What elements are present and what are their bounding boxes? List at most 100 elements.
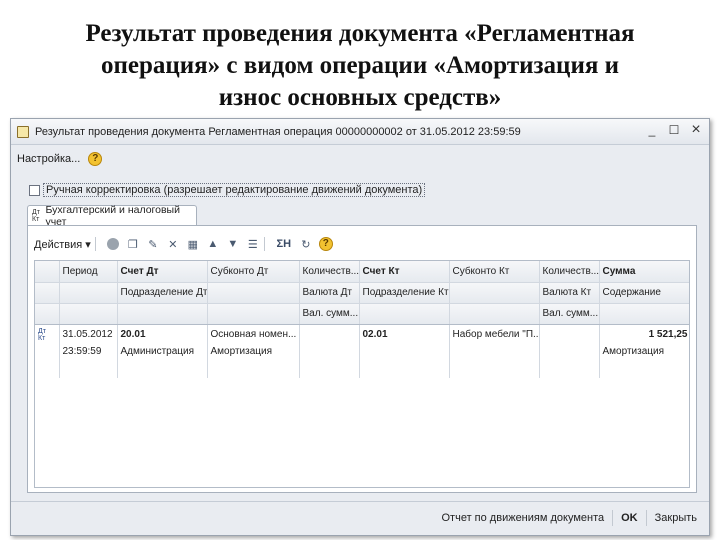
slide-title: Результат проведения документа «Регламен… [10,18,710,114]
table-header-row: Подразделение Дт Валюта Дт Подразделение… [35,282,689,304]
col-currency-kt[interactable]: Валюта Кт [539,282,600,304]
slide-title-line-2: операция» с видом операции «Амортизация … [100,52,620,79]
cell-acc-dt[interactable]: 20.01 [117,324,208,342]
cell-acc-kt[interactable]: 02.01 [359,324,450,342]
cell-empty [35,342,60,360]
help-icon[interactable]: ? [88,152,103,166]
col-cur-sum-dt[interactable]: Вал. сумм... [299,303,360,325]
document-result-window: Результат проведения документа Регламент… [10,118,710,536]
tab-panel: Действия ▾ ❐ ✎ ✕ ▦ ▲ ▼ ☰ ΣH ↻ ? Период С… [27,225,697,493]
header-cell [35,303,60,325]
cell-empty [117,360,208,378]
header-cell [59,303,118,325]
col-qty-kt[interactable]: Количеств... [539,261,600,283]
move-up-icon[interactable]: ▲ [206,237,220,251]
col-amount[interactable]: Сумма [599,261,689,283]
cell-empty [449,342,540,360]
manual-edit-checkbox[interactable] [29,184,40,196]
col-subconto-kt[interactable]: Субконто Кт [449,261,540,283]
menu-bar: Настройка... ? [11,147,709,171]
cell-empty [359,360,450,378]
cell-empty [299,360,360,378]
col-dept-dt[interactable]: Подразделение Дт [117,282,208,304]
cell-content[interactable]: Амортизация [599,342,689,360]
table-header-row: Вал. сумм... Вал. сумм... [35,303,689,325]
col-icon [35,261,60,283]
delete-icon[interactable]: ✕ [166,237,180,251]
bottom-bar: Отчет по движениям документа OK Закрыть [11,501,709,535]
header-cell [359,303,450,325]
edit-icon[interactable]: ✎ [146,237,160,251]
separator [612,510,614,526]
actions-menu[interactable]: Действия ▾ [34,238,91,251]
table-row[interactable] [35,360,689,378]
cell-empty [59,360,118,378]
cell-currency-kt[interactable] [539,342,600,360]
window-controls: _ ☐ × [645,122,703,138]
header-cell [449,282,540,304]
ok-button[interactable]: OK [617,510,642,526]
movements-report-button[interactable]: Отчет по движениям документа [438,510,609,526]
save-icon[interactable]: ▦ [186,237,200,251]
col-content[interactable]: Содержание [599,282,689,304]
move-down-icon[interactable]: ▼ [226,237,240,251]
toolbar-separator [263,237,265,251]
settings-menu[interactable]: Настройка... [17,153,80,165]
add-row-icon[interactable] [106,237,120,251]
table-row[interactable]: 23:59:59 Администрация Амортизация Аморт… [35,342,689,360]
header-cell [449,303,540,325]
refresh-icon[interactable]: ↻ [299,237,313,251]
movements-table: Период Счет Дт Субконто Дт Количеств... … [34,260,690,488]
document-icon [17,125,29,138]
cell-dept-dt[interactable]: Администрация [117,342,208,360]
sort-icon[interactable]: ☰ [246,237,260,251]
grid-toolbar: Действия ▾ ❐ ✎ ✕ ▦ ▲ ▼ ☰ ΣH ↻ ? [34,234,333,254]
cell-empty [599,360,689,378]
table-header-row: Период Счет Дт Субконто Дт Количеств... … [35,261,689,283]
col-acc-kt[interactable]: Счет Кт [359,261,450,283]
maximize-icon[interactable]: ☐ [667,123,681,137]
col-subconto-dt[interactable]: Субконто Дт [207,261,300,283]
separator [645,510,647,526]
toolbar-help-icon[interactable]: ? [318,237,333,251]
close-button[interactable]: Закрыть [651,510,701,526]
header-cell [117,303,208,325]
toolbar-separator [94,237,96,251]
close-icon[interactable]: × [689,122,703,138]
table-body: Дт Кт 31.05.2012 20.01 Основная номен... … [35,324,689,378]
manual-edit-row: Ручная корректировка (разрешает редактир… [29,181,426,199]
manual-edit-label[interactable]: Ручная корректировка (разрешает редактир… [43,183,426,197]
cell-dept-kt[interactable] [359,342,450,360]
cell-amount[interactable]: 1 521,25 [599,324,689,342]
cell-qty-dt[interactable] [299,324,360,342]
cell-subconto-dt[interactable]: Основная номен... [207,324,300,342]
cell-empty [449,360,540,378]
cell-time[interactable]: 23:59:59 [59,342,118,360]
header-cell [207,282,300,304]
sum-icon[interactable]: ΣH [275,237,293,251]
cell-currency-dt[interactable] [299,342,360,360]
slide-title-line-1: Результат проведения документа «Регламен… [85,20,635,47]
bottom-buttons: Отчет по движениям документа OK Закрыть [438,510,702,526]
window-title: Результат проведения документа Регламент… [35,125,521,138]
copy-icon[interactable]: ❐ [126,237,140,251]
col-acc-dt[interactable]: Счет Дт [117,261,208,283]
cell-empty [207,360,300,378]
tab-accounting[interactable]: Дт Кт Бухгалтерский и налоговый учет [27,203,197,228]
col-period[interactable]: Период [59,261,118,283]
col-cur-sum-kt[interactable]: Вал. сумм... [539,303,600,325]
cell-date[interactable]: 31.05.2012 [59,324,118,342]
col-dept-kt[interactable]: Подразделение Кт [359,282,450,304]
cell-subconto-dt-2[interactable]: Амортизация [207,342,300,360]
slide-title-line-3: износ основных средств» [218,84,502,111]
table-row[interactable]: Дт Кт 31.05.2012 20.01 Основная номен... … [35,324,689,342]
col-qty-dt[interactable]: Количеств... [299,261,360,283]
minimize-icon[interactable]: _ [645,123,659,137]
tab-accounting-label: Бухгалтерский и налоговый учет [45,203,180,228]
cell-qty-kt[interactable] [539,324,600,342]
col-currency-dt[interactable]: Валюта Дт [299,282,360,304]
cell-subconto-kt[interactable]: Набор мебели "П... [449,324,540,342]
header-cell [59,282,118,304]
cell-empty [35,360,60,378]
cell-empty [539,360,600,378]
